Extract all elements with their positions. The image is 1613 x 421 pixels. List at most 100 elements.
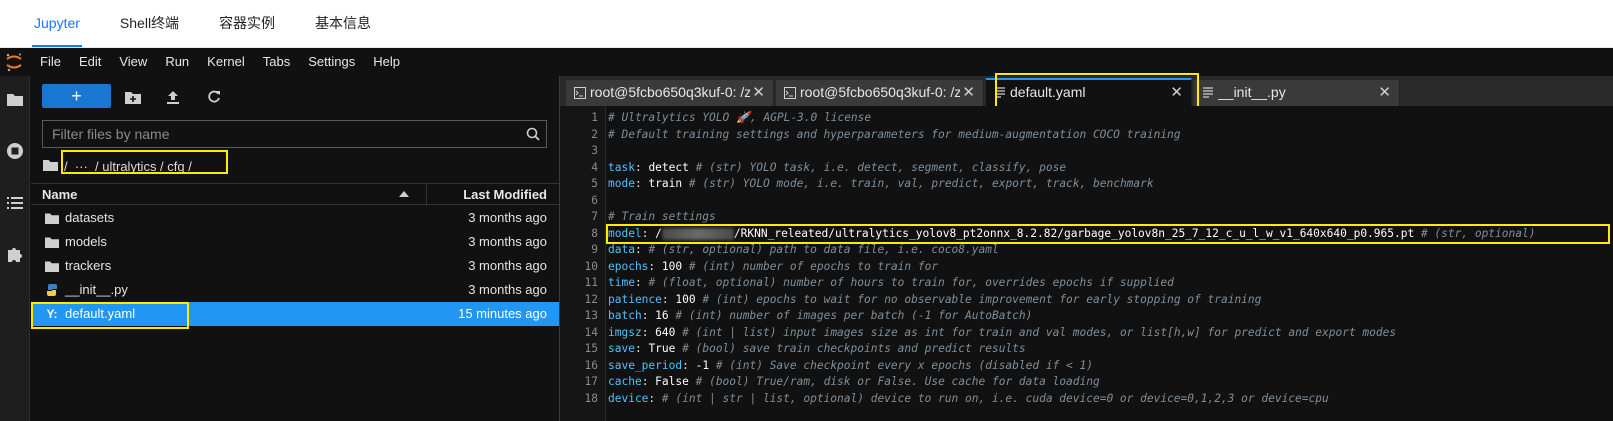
file-row-trackers[interactable]: trackers 3 months ago <box>31 254 559 278</box>
code-line-model: 8 model: //RKNN_releated/ultralytics_yolo… <box>560 226 1613 243</box>
yaml-key: save_period <box>608 358 683 372</box>
text-file-icon <box>995 87 1005 98</box>
close-icon[interactable]: ✕ <box>1170 83 1183 101</box>
tab-container[interactable]: 容器实例 <box>219 0 275 47</box>
column-name[interactable]: Name <box>42 187 77 202</box>
yaml-key: batch <box>608 309 642 322</box>
line-number: 7 <box>591 210 598 223</box>
close-icon[interactable]: ✕ <box>1378 83 1391 101</box>
file-browser-toolbar: + <box>31 76 559 116</box>
file-name: models <box>65 234 107 249</box>
document-tab-bar: root@5fcbo650q3kuf-0: /zha ✕ root@5fcbo6… <box>560 73 1613 109</box>
comment: # (int) number of epochs to train for <box>688 259 939 273</box>
line-number: 13 <box>584 309 598 322</box>
upload-icon[interactable] <box>162 86 184 108</box>
line-number: 18 <box>584 391 598 405</box>
yaml-key: device <box>608 391 649 405</box>
code-line: 11 time: # (float, optional) number of ho… <box>560 275 1613 292</box>
menu-file[interactable]: File <box>28 48 70 76</box>
breadcrumb-path[interactable]: / ··· / ultralytics / cfg / <box>64 159 192 174</box>
menu-help[interactable]: Help <box>364 48 409 76</box>
filter-files-input[interactable] <box>43 121 520 147</box>
running-icon[interactable] <box>0 138 30 164</box>
refresh-icon[interactable] <box>203 86 225 108</box>
yaml-key: save <box>608 342 635 355</box>
code-line: 4 task: detect # (str) YOLO task, i.e. de… <box>560 160 1613 177</box>
yaml-file-icon: Y: <box>46 307 58 321</box>
code-line: 16 save_period: -1 # (int) Save checkpoin… <box>560 358 1613 375</box>
file-row-datasets[interactable]: datasets 3 months ago <box>31 206 559 230</box>
menu-view[interactable]: View <box>110 48 156 76</box>
doc-tab-default-yaml[interactable]: default.yaml ✕ <box>986 78 1192 106</box>
menu-settings[interactable]: Settings <box>299 48 364 76</box>
doc-tab-label: root@5fcbo650q3kuf-0: /zha <box>800 84 960 100</box>
tab-jupyter[interactable]: Jupyter <box>32 0 82 47</box>
folder-icon[interactable] <box>0 86 30 112</box>
menu-bar: File Edit View Run Kernel Tabs Settings … <box>0 48 1613 76</box>
line-number: 8 <box>591 226 598 240</box>
line-number: 5 <box>591 177 598 190</box>
top-tab-bar: Jupyter Shell终端 容器实例 基本信息 <box>0 0 1613 48</box>
doc-tab-terminal-2[interactable]: root@5fcbo650q3kuf-0: /zha ✕ <box>776 80 984 106</box>
comment: # (int | list) input images size as int … <box>682 325 1397 339</box>
code-line: 1 # Ultralytics YOLO 🚀, AGPL-3.0 license <box>560 110 1613 127</box>
comment: # (int) Save checkpoint every x epochs (… <box>715 358 1093 372</box>
line-number: 4 <box>591 160 598 174</box>
close-icon[interactable]: ✕ <box>962 83 975 101</box>
comment: # (str, optional) path to data file, i.e… <box>648 243 999 256</box>
yaml-key: model <box>608 226 642 240</box>
menu-edit[interactable]: Edit <box>70 48 110 76</box>
line-number: 3 <box>591 144 598 157</box>
yaml-value: -1 <box>695 358 710 372</box>
comment: # (str, optional) <box>1420 226 1536 240</box>
tab-basic-info[interactable]: 基本信息 <box>315 0 371 47</box>
code-line: 14 imgsz: 640 # (int | list) input images… <box>560 325 1613 342</box>
terminal-icon <box>574 87 586 99</box>
column-divider[interactable] <box>426 184 427 206</box>
yaml-value: 100 <box>675 292 696 306</box>
new-folder-icon[interactable] <box>122 86 144 108</box>
yaml-value: / <box>655 226 662 240</box>
code-line: 17 cache: False # (bool) True/ram, disk o… <box>560 374 1613 391</box>
code-line: 18 device: # (int | str | list, optional)… <box>560 391 1613 408</box>
code-line: 15 save: True # (bool) save train checkpo… <box>560 341 1613 358</box>
code-line: 5 mode: train # (str) YOLO mode, i.e. tra… <box>560 176 1613 193</box>
tab-shell[interactable]: Shell终端 <box>120 0 179 47</box>
yaml-value: False <box>655 375 689 388</box>
code-line: 13 batch: 16 # (int) number of images per… <box>560 308 1613 325</box>
comment: # (int | str | list, optional) device to… <box>661 391 1329 405</box>
terminal-icon <box>784 87 796 99</box>
breadcrumb-folder-icon[interactable] <box>43 159 58 174</box>
toc-icon[interactable] <box>0 190 30 216</box>
code-line: 9 data: # (str, optional) path to data fi… <box>560 242 1613 259</box>
menu-tabs[interactable]: Tabs <box>254 48 299 76</box>
comment: # (bool) save train checkpoints and pred… <box>682 342 1026 355</box>
extension-icon[interactable] <box>0 241 30 267</box>
python-file-icon <box>44 283 60 297</box>
comment: # (int) number of images per batch (-1 f… <box>675 309 1033 322</box>
doc-tab-label: __init__.py <box>1218 84 1286 100</box>
file-modified: 3 months ago <box>468 210 547 225</box>
line-number: 15 <box>584 342 598 355</box>
close-icon[interactable]: ✕ <box>752 83 765 101</box>
file-row-models[interactable]: models 3 months ago <box>31 230 559 254</box>
menu-run[interactable]: Run <box>156 48 198 76</box>
file-row-init-py[interactable]: __init__.py 3 months ago <box>31 278 559 302</box>
column-last-modified[interactable]: Last Modified <box>463 187 547 202</box>
folder-icon <box>44 259 60 273</box>
menu-kernel[interactable]: Kernel <box>198 48 254 76</box>
line-number: 17 <box>584 375 598 388</box>
file-browser: + / ··· / ultralytics / cfg / <box>31 76 559 421</box>
line-number: 10 <box>584 259 598 273</box>
doc-tab-init-py[interactable]: __init__.py ✕ <box>1194 80 1400 106</box>
yaml-key: imgsz <box>608 325 642 339</box>
file-row-default-yaml[interactable]: Y: default.yaml 15 minutes ago <box>31 302 559 326</box>
doc-tab-terminal-1[interactable]: root@5fcbo650q3kuf-0: /zha ✕ <box>566 80 774 106</box>
code-line: 2 # Default training settings and hyperpa… <box>560 127 1613 144</box>
code-editor[interactable]: 1 # Ultralytics YOLO 🚀, AGPL-3.0 license … <box>560 106 1613 421</box>
filter-box <box>42 120 547 148</box>
new-launcher-button[interactable]: + <box>42 84 111 108</box>
yaml-key: task <box>608 160 635 174</box>
line-number: 16 <box>584 358 598 372</box>
search-icon[interactable] <box>520 121 546 147</box>
